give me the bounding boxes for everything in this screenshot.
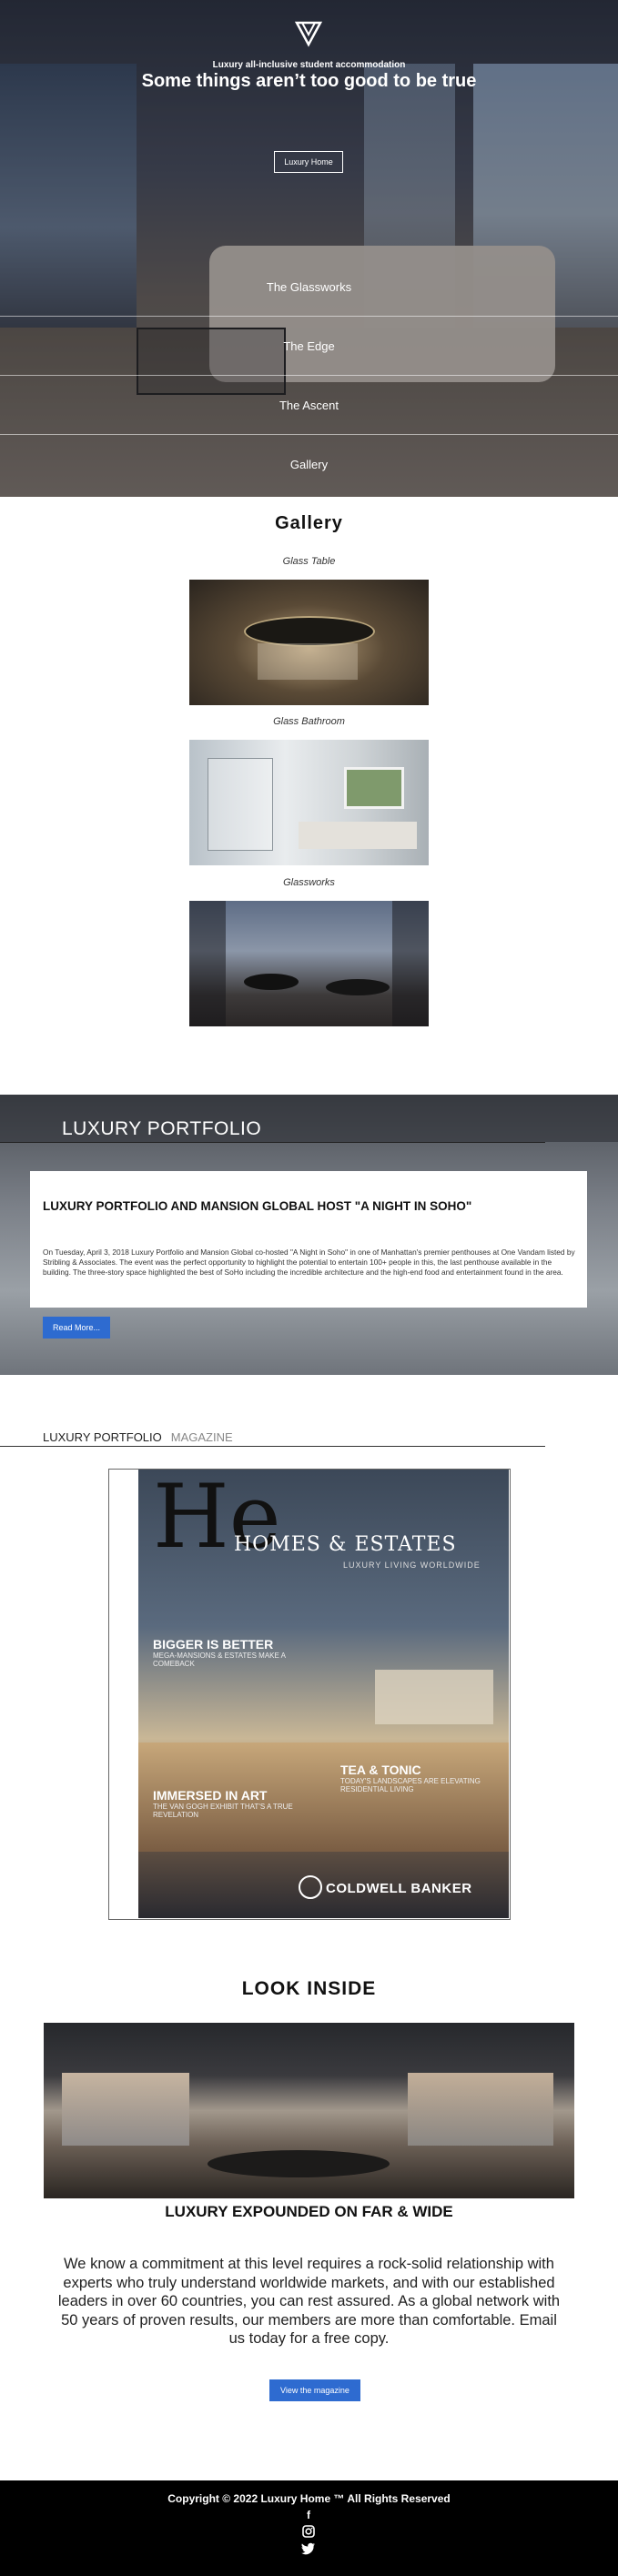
article-card: LUXURY PORTFOLIO AND MANSION GLOBAL HOST… — [30, 1171, 587, 1308]
gallery-image-glassworks[interactable] — [189, 901, 429, 1026]
nav-item-edge[interactable]: The Edge — [0, 317, 618, 376]
luxury-home-button[interactable]: Luxury Home — [274, 151, 343, 173]
look-inside-body: We know a commitment at this level requi… — [57, 2256, 561, 2347]
cover-headline: BIGGER IS BETTER — [153, 1637, 274, 1652]
hero-subtitle: Luxury all-inclusive student accommodati… — [212, 60, 406, 70]
gallery-title: Gallery — [275, 513, 343, 533]
tab-magazine[interactable]: MAGAZINE — [171, 1430, 233, 1444]
cover-brand: COLDWELL BANKER — [326, 1881, 472, 1896]
read-more-button[interactable]: Read More... — [43, 1317, 110, 1339]
copyright-text: Copyright © 2022 Luxury Home ™ All Right… — [167, 2492, 451, 2505]
view-magazine-button[interactable]: View the magazine — [269, 2379, 360, 2401]
gallery-caption: Glass Table — [282, 556, 336, 567]
cover-subhead: THE VAN GOGH EXHIBIT THAT'S A TRUE REVEL… — [153, 1803, 293, 1819]
hero-section: Luxury all-inclusive student accommodati… — [0, 0, 618, 497]
cover-headline: TEA & TONIC — [340, 1763, 421, 1777]
cover-headline: IMMERSED IN ART — [153, 1788, 268, 1803]
look-inside-image[interactable] — [44, 2023, 574, 2198]
nav-item-glassworks[interactable]: The Glassworks — [0, 258, 618, 317]
magazine-tabs: LUXURY PORTFOLIO MAGAZINE — [43, 1430, 233, 1444]
portfolio-heading: LUXURY PORTFOLIO — [62, 1118, 262, 1139]
gallery-image-glass-bathroom[interactable] — [189, 740, 429, 865]
look-inside-title: LOOK INSIDE — [241, 1978, 377, 1999]
magazine-tagline: LUXURY LIVING WORLDWIDE — [343, 1561, 481, 1570]
divider — [0, 1142, 545, 1143]
facebook-icon[interactable]: f — [299, 2509, 318, 2523]
magazine-cover[interactable]: He HOMES & ESTATES LUXURY LIVING WORLDWI… — [138, 1470, 509, 1918]
diamond-logo-icon[interactable] — [293, 20, 324, 47]
cover-subhead: TODAY'S LANDSCAPES ARE ELEVATING RESIDEN… — [340, 1777, 481, 1793]
hero-nav: The Glassworks The Edge The Ascent Galle… — [0, 258, 618, 494]
divider — [0, 1446, 545, 1447]
instagram-icon[interactable] — [299, 2525, 318, 2540]
article-title: LUXURY PORTFOLIO AND MANSION GLOBAL HOST… — [43, 1199, 472, 1213]
magazine-masthead: HOMES & ESTATES — [234, 1533, 457, 1556]
nav-item-gallery[interactable]: Gallery — [0, 435, 618, 494]
tab-luxury-portfolio[interactable]: LUXURY PORTFOLIO — [43, 1430, 162, 1444]
article-body: On Tuesday, April 3, 2018 Luxury Portfol… — [43, 1248, 575, 1277]
coldwell-banker-logo-icon — [299, 1875, 322, 1899]
nav-item-ascent[interactable]: The Ascent — [0, 376, 618, 435]
hero-title: Some things aren’t too good to be true — [141, 71, 477, 91]
gallery-caption: Glass Bathroom — [273, 716, 345, 727]
gallery-caption: Glassworks — [283, 877, 335, 888]
gallery-image-glass-table[interactable] — [189, 580, 429, 705]
twitter-icon[interactable] — [299, 2541, 318, 2556]
look-inside-subtitle: LUXURY EXPOUNDED ON FAR & WIDE — [165, 2203, 453, 2220]
cover-subhead: MEGA-MANSIONS & ESTATES MAKE A COMEBACK — [153, 1652, 286, 1668]
